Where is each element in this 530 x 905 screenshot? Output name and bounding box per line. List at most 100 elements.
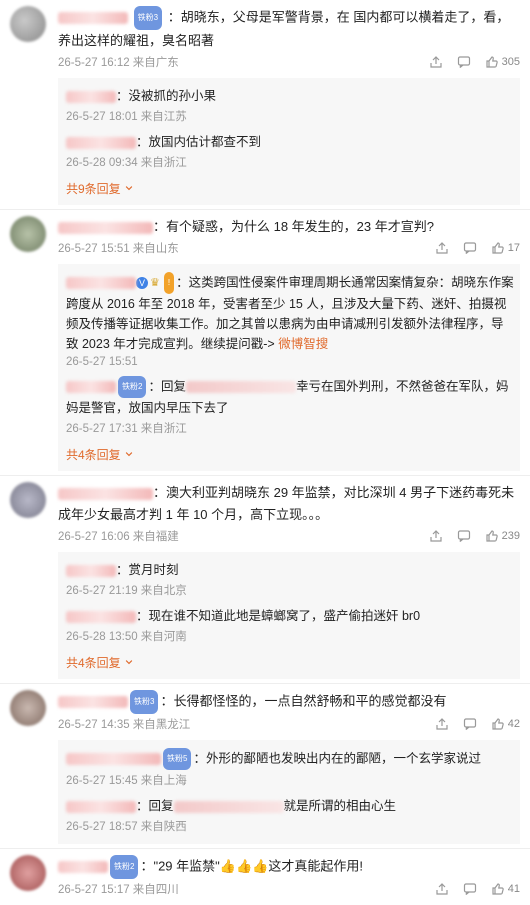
comment-meta: 26-5-27 16:12 来自广东 305: [58, 54, 520, 70]
timestamp: 26-5-27 16:12 来自广东: [58, 57, 179, 69]
share-button[interactable]: [435, 882, 449, 896]
reply-item: ：放国内估计都查不到 26-5-28 09:34 来自浙江: [66, 128, 514, 174]
ai-search-link[interactable]: 微博智搜: [278, 337, 328, 351]
reply-item: ：回复 就是所谓的相由心生 26-5-27 18:57 来自陕西: [66, 792, 514, 838]
timestamp: 26-5-27 18:57 来自陕西: [66, 821, 187, 833]
reply-item: 铁粉5 ：外形的鄙陋也发映出内在的鄙陋，一个玄学家说过 26-5-27 15:45…: [66, 744, 514, 792]
share-button[interactable]: [429, 529, 443, 543]
more-replies-link[interactable]: 共4条回复: [66, 440, 514, 465]
share-icon: [430, 56, 442, 68]
username[interactable]: [66, 136, 136, 149]
username[interactable]: [66, 90, 116, 103]
comment-icon: [457, 530, 470, 542]
timestamp: 26-5-27 15:17 来自四川: [58, 884, 179, 896]
username[interactable]: [58, 12, 128, 24]
share-button[interactable]: [435, 241, 449, 255]
share-icon: [436, 242, 448, 254]
fan-badge: 铁粉2: [110, 855, 139, 879]
reply-item: ：现在谁不知道此地是蟑螂窝了，盛产偷拍迷奸 br0 26-5-28 13:50 …: [66, 602, 514, 648]
like-count: 17: [507, 242, 520, 254]
comment-item: 铁粉3 ：胡晓东，父母是军警背景，在 国内都可以横着走了，看，养出这样的耀祖，臭…: [0, 0, 530, 78]
avatar[interactable]: [10, 6, 46, 42]
username[interactable]: [58, 221, 153, 234]
timestamp: 26-5-28 13:50 来自河南: [66, 631, 187, 643]
comment-item: 铁粉2 ："29 年监禁"👍👍👍这才真能起作用! 26-5-27 15:17 来自…: [0, 849, 530, 905]
username[interactable]: [66, 610, 136, 623]
chevron-down-icon: [125, 186, 133, 191]
timestamp: 26-5-27 16:06 来自福建: [58, 531, 179, 543]
username[interactable]: [58, 487, 153, 500]
like-button[interactable]: 239: [485, 529, 520, 543]
comment-icon: [463, 718, 476, 730]
timestamp: 26-5-27 15:51 来自山东: [58, 243, 179, 255]
share-icon: [436, 883, 448, 895]
avatar[interactable]: [10, 690, 46, 726]
fan-badge: 铁粉5: [163, 748, 192, 770]
fan-badge: 铁粉3: [133, 6, 163, 30]
avatar[interactable]: [10, 482, 46, 518]
fan-badge: 铁粉2: [118, 376, 147, 398]
thumbs-up-icon: [492, 883, 504, 895]
thumbs-up-icon: [486, 56, 498, 68]
reply-box: V ♛! ：这类跨国性侵案件审理周期长通常因案情复杂：胡晓东作案跨度从 2016 年…: [58, 264, 520, 471]
reply-item: 铁粉2 ：回复 幸亏在国外判刑，不然爸爸在军队，妈妈是警官，放国内早压下去了 26-…: [66, 372, 514, 440]
timestamp: 26-5-27 14:35 来自黑龙江: [58, 719, 191, 731]
fan-badge: !: [163, 272, 175, 294]
chevron-down-icon: [125, 452, 133, 457]
share-button[interactable]: [435, 717, 449, 731]
share-icon: [436, 718, 448, 730]
thumbs-up-icon: [492, 718, 504, 730]
timestamp: 26-5-27 21:19 来自北京: [66, 585, 187, 597]
like-count: 41: [507, 883, 520, 895]
timestamp: 26-5-27 15:45 来自上海: [66, 775, 187, 787]
like-button[interactable]: 42: [491, 717, 520, 731]
reply-item: ：赏月时刻 26-5-27 21:19 来自北京: [66, 556, 514, 602]
comment-button[interactable]: [457, 55, 471, 69]
reply-box: ：没被抓的孙小果 26-5-27 18:01 来自江苏 ：放国内估计都查不到 2…: [58, 78, 520, 205]
username[interactable]: [66, 277, 136, 289]
timestamp: 26-5-27 15:51: [66, 356, 138, 368]
username[interactable]: [66, 800, 136, 813]
avatar[interactable]: [10, 855, 46, 891]
comment-button[interactable]: [463, 717, 477, 731]
comment-icon: [457, 56, 470, 68]
username[interactable]: [66, 564, 116, 577]
thumbs-up-icon: [492, 242, 504, 254]
comment-text: 铁粉3 ：胡晓东，父母是军警背景，在 国内都可以横着走了，看，养出这样的耀祖，臭…: [58, 6, 520, 52]
share-icon: [430, 530, 442, 542]
fan-badge: 铁粉3: [130, 690, 159, 714]
like-count: 239: [501, 530, 520, 542]
like-count: 42: [507, 718, 520, 730]
username[interactable]: [66, 753, 161, 765]
like-button[interactable]: 17: [491, 241, 520, 255]
reply-box: ：赏月时刻 26-5-27 21:19 来自北京 ：现在谁不知道此地是蟑螂窝了，…: [58, 552, 520, 679]
comment-icon: [463, 242, 476, 254]
like-button[interactable]: 305: [485, 55, 520, 69]
comment-item: 铁粉3 ：长得都怪怪的，一点自然舒畅和平的感觉都没有 26-5-27 14:35 …: [0, 684, 530, 740]
like-button[interactable]: 41: [491, 882, 520, 896]
more-replies-link[interactable]: 共4条回复: [66, 648, 514, 673]
avatar[interactable]: [10, 216, 46, 252]
like-count: 305: [501, 56, 520, 68]
timestamp: 26-5-27 17:31 来自浙江: [66, 423, 187, 435]
comment-button[interactable]: [457, 529, 471, 543]
timestamp: 26-5-27 18:01 来自江苏: [66, 111, 187, 123]
reply-box: 铁粉5 ：外形的鄙陋也发映出内在的鄙陋，一个玄学家说过 26-5-27 15:45…: [58, 740, 520, 844]
mentioned-user[interactable]: [173, 800, 284, 813]
comment-item: ：有个疑惑，为什么 18 年发生的，23 年才宣判? 26-5-27 15:51…: [0, 210, 530, 264]
comment-icon: [463, 883, 476, 895]
username[interactable]: [66, 381, 116, 393]
mentioned-user[interactable]: [185, 381, 296, 393]
username[interactable]: [58, 696, 128, 708]
reply-item: V ♛! ：这类跨国性侵案件审理周期长通常因案情复杂：胡晓东作案跨度从 2016 年…: [66, 268, 514, 372]
reply-item: ：没被抓的孙小果 26-5-27 18:01 来自江苏: [66, 82, 514, 128]
more-replies-link[interactable]: 共9条回复: [66, 174, 514, 199]
username[interactable]: [58, 861, 108, 873]
thumbs-up-icon: [486, 530, 498, 542]
chevron-down-icon: [125, 660, 133, 665]
timestamp: 26-5-28 09:34 来自浙江: [66, 157, 187, 169]
comment-button[interactable]: [463, 882, 477, 896]
comment-thread: 铁粉3 ：胡晓东，父母是军警背景，在 国内都可以横着走了，看，养出这样的耀祖，臭…: [0, 0, 530, 905]
share-button[interactable]: [429, 55, 443, 69]
comment-button[interactable]: [463, 241, 477, 255]
